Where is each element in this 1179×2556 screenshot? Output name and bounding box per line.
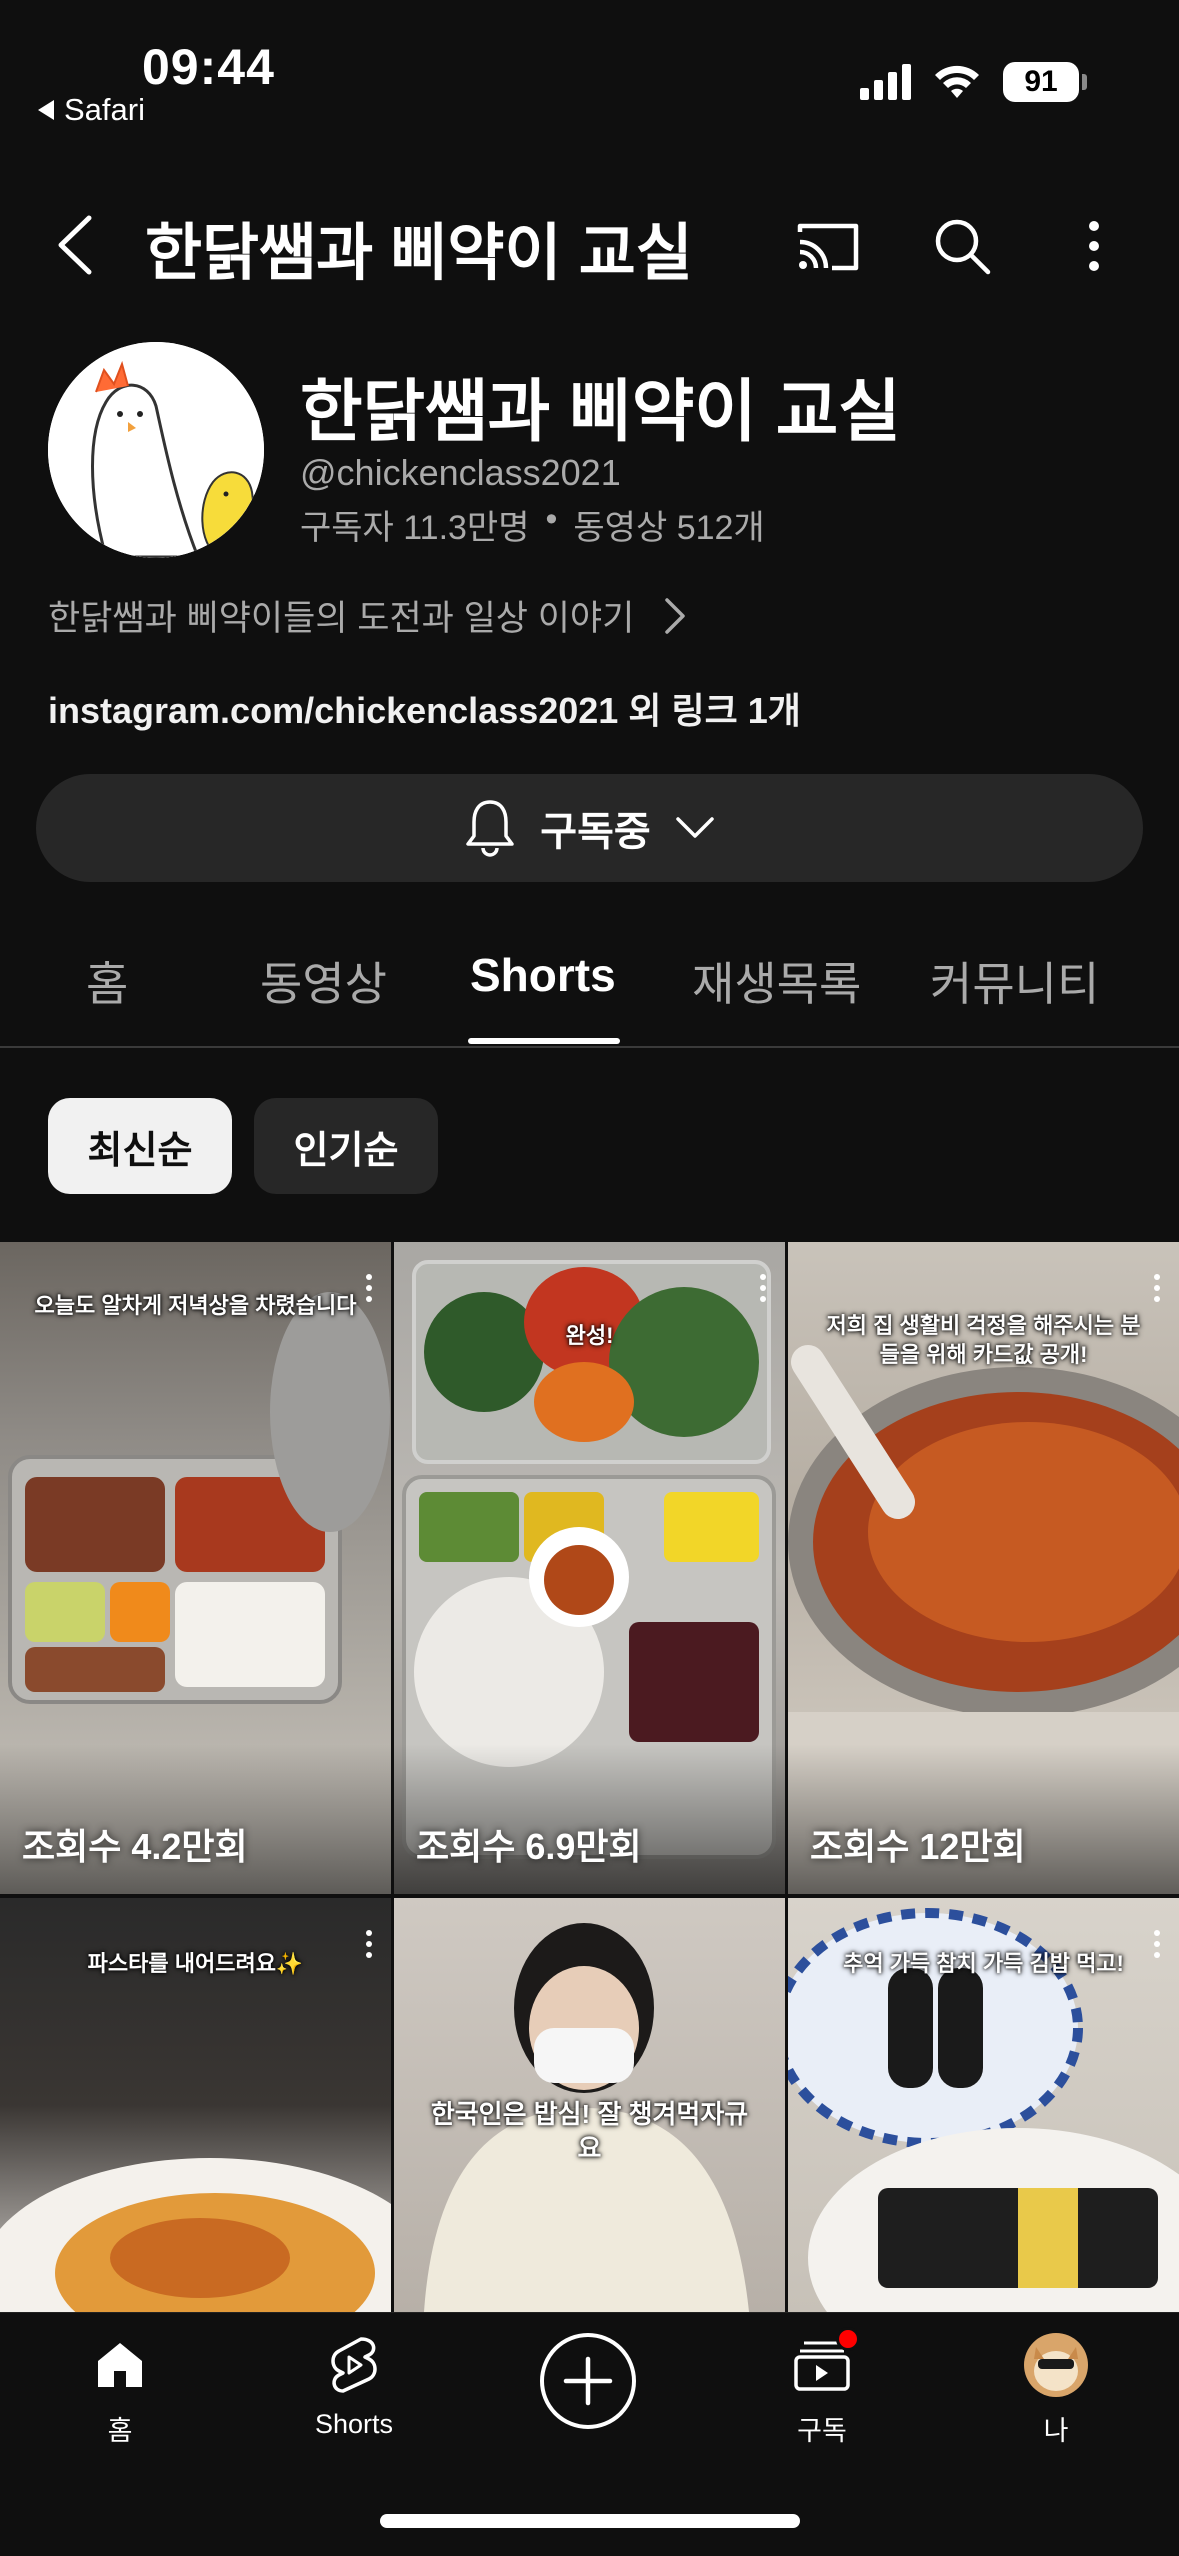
subscriber-count: 구독자 11.3만명: [300, 509, 530, 547]
short-tile[interactable]: 추억 가득 참치 가득 김밥 먹고!: [788, 1898, 1179, 2312]
status-bar: 09:44 Safari 91: [0, 0, 1179, 150]
channel-name: 한닭쌤과 삐약이 교실: [300, 374, 901, 450]
short-caption: 오늘도 알차게 저녁상을 차렸습니다: [34, 1293, 357, 1318]
tab-home[interactable]: 홈: [86, 948, 128, 1014]
top-nav: 한닭쌤과 삐약이 교실: [0, 180, 1179, 310]
short-views: 조회수 12만회: [810, 1826, 1026, 1867]
short-more-button[interactable]: [1151, 1274, 1163, 1302]
nav-subscriptions-label: 구독: [797, 2416, 847, 2446]
shorts-icon: [331, 2337, 377, 2393]
chip-popular[interactable]: 인기순: [254, 1098, 438, 1194]
tab-shorts[interactable]: Shorts: [470, 948, 616, 1002]
bell-icon: [466, 800, 515, 857]
subscribed-label: 구독중: [540, 810, 651, 854]
short-tile[interactable]: 한국인은 밥심! 잘 챙겨먹자규요: [394, 1898, 785, 2312]
search-button[interactable]: [926, 210, 998, 282]
wifi-icon: [935, 65, 979, 98]
channel-avatar[interactable]: [48, 342, 264, 558]
more-options-button[interactable]: [1058, 210, 1130, 282]
shorts-grid: 오늘도 알차게 저녁상을 차렸습니다 조회수 4.2만회 완성! 조회수 6.9…: [0, 1242, 1179, 2312]
cast-icon: [797, 223, 859, 271]
create-button[interactable]: [540, 2333, 636, 2429]
tab-videos[interactable]: 동영상: [260, 948, 387, 1014]
page-title: 한닭쌤과 삐약이 교실: [145, 219, 693, 288]
search-icon: [935, 219, 991, 275]
chip-latest[interactable]: 최신순: [48, 1098, 232, 1194]
nav-shorts-label: Shorts: [314, 2409, 394, 2439]
short-caption: 완성!: [565, 1323, 614, 1348]
cellular-signal-icon: [860, 64, 911, 100]
short-views: 조회수 4.2만회: [22, 1826, 248, 1867]
chevron-left-icon: [58, 215, 92, 275]
notification-dot: [836, 2327, 860, 2351]
back-button[interactable]: [40, 210, 110, 280]
tab-community[interactable]: 커뮤니티: [930, 948, 1099, 1014]
cast-button[interactable]: [792, 210, 864, 282]
channel-handle: @chickenclass2021: [300, 452, 621, 493]
nav-home-label: 홈: [107, 2416, 133, 2446]
short-more-button[interactable]: [757, 1274, 769, 1302]
channel-description-text: 한닭쌤과 삐약이들의 도전과 일상 이야기: [48, 599, 635, 638]
status-icons: 91: [860, 62, 1087, 102]
channel-description[interactable]: 한닭쌤과 삐약이들의 도전과 일상 이야기: [48, 590, 686, 641]
short-tile[interactable]: 파스타를 내어드려요✨: [0, 1898, 391, 2312]
back-triangle-icon: [38, 100, 54, 120]
channel-stats: 구독자 11.3만명 • 동영상 512개: [300, 500, 765, 549]
short-caption: 추억 가득 참치 가득 김밥 먹고!: [843, 1951, 1124, 1976]
back-app-label: Safari: [64, 92, 145, 127]
subscribed-button[interactable]: 구독중: [36, 774, 1143, 882]
channel-link[interactable]: instagram.com/chickenclass2021 외 링크 1개: [48, 682, 801, 734]
short-caption: 한국인은 밥심! 잘 챙겨먹자규요: [430, 2099, 749, 2163]
nav-home[interactable]: 홈: [30, 2333, 210, 2448]
nav-subscriptions[interactable]: 구독: [732, 2327, 912, 2448]
back-to-safari[interactable]: Safari: [38, 92, 145, 128]
more-vertical-icon: [1089, 221, 1099, 271]
short-more-button[interactable]: [363, 1930, 375, 1958]
short-caption: 파스타를 내어드려요✨: [87, 1951, 304, 1976]
status-time: 09:44: [142, 39, 275, 95]
chevron-down-icon: [675, 817, 714, 838]
battery-icon: 91: [1003, 62, 1087, 102]
profile-avatar-icon: [1024, 2333, 1088, 2397]
nav-shorts[interactable]: Shorts: [264, 2333, 444, 2440]
chicken-avatar-icon: [48, 342, 264, 558]
video-count: 동영상 512개: [573, 509, 765, 547]
short-more-button[interactable]: [1151, 1930, 1163, 1958]
short-tile[interactable]: 저희 집 생활비 걱정을 해주시는 분들을 위해 카드값 공개! 조회수 12만…: [788, 1242, 1179, 1894]
short-tile[interactable]: 완성! 조회수 6.9만회: [394, 1242, 785, 1894]
plus-icon: [563, 2356, 613, 2406]
short-tile[interactable]: 오늘도 알차게 저녁상을 차렸습니다 조회수 4.2만회: [0, 1242, 391, 1894]
stats-separator: •: [545, 500, 558, 538]
nav-you[interactable]: 나: [966, 2333, 1146, 2448]
chevron-right-icon: [665, 597, 686, 634]
active-tab-indicator: [468, 1038, 620, 1044]
tab-playlists[interactable]: 재생목록: [692, 948, 861, 1014]
nav-you-label: 나: [1043, 2416, 1069, 2446]
channel-tabs: 홈 동영상 Shorts 재생목록 커뮤니티: [0, 930, 1179, 1048]
home-indicator: [380, 2514, 800, 2528]
short-views: 조회수 6.9만회: [416, 1826, 642, 1867]
short-caption: 저희 집 생활비 걱정을 해주시는 분들을 위해 카드값 공개!: [826, 1313, 1141, 1367]
home-icon: [98, 2343, 142, 2387]
short-more-button[interactable]: [363, 1274, 375, 1302]
